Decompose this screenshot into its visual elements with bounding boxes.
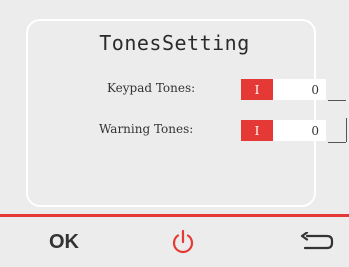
- dialog-title: TonesSetting: [99, 31, 250, 55]
- ok-button[interactable]: OK: [49, 231, 79, 254]
- keypad-tones-off-option[interactable]: 0: [273, 79, 326, 100]
- keypad-tones-connector: [328, 100, 346, 101]
- warning-tones-on-option[interactable]: I: [241, 120, 273, 141]
- warning-tones-label: Warning Tones:: [99, 122, 194, 136]
- keypad-tones-on-option[interactable]: I: [241, 79, 273, 100]
- power-icon[interactable]: [170, 229, 196, 255]
- warning-tones-connector-vertical: [346, 118, 347, 142]
- warning-tones-connector: [328, 142, 346, 143]
- keypad-tones-label: Keypad Tones:: [107, 81, 196, 95]
- warning-tones-toggle[interactable]: I 0: [241, 120, 326, 141]
- back-arrow-icon[interactable]: [299, 232, 335, 252]
- keypad-tones-toggle[interactable]: I 0: [241, 79, 326, 100]
- warning-tones-off-option[interactable]: 0: [273, 120, 326, 141]
